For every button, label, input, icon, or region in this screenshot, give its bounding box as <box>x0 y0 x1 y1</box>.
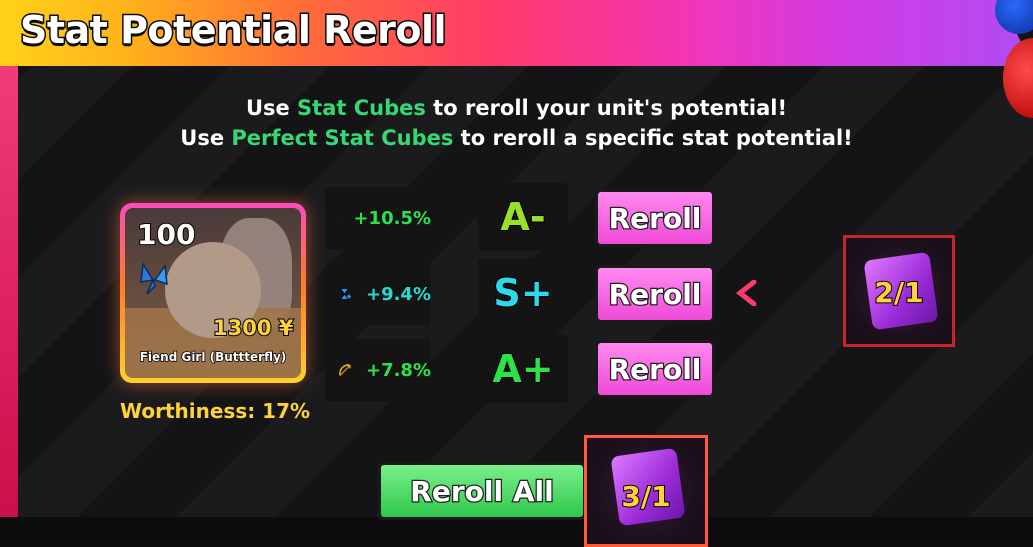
grade-cooldown: S+ <box>478 259 568 327</box>
reroll-range-button[interactable]: Reroll <box>595 340 715 398</box>
butterfly-element-icon <box>140 261 168 295</box>
cooldown-hourglass-icon <box>339 288 351 300</box>
perfect-stat-cube-count: 2/1 <box>873 275 924 310</box>
stat-cube-slot[interactable]: 3/1 <box>584 435 708 547</box>
instruction-line-2: Use Perfect Stat Cubes to reroll a speci… <box>180 126 853 150</box>
damage-sword-icon <box>337 217 340 220</box>
unit-name: Fiend Girl (Buttterfly) <box>139 349 287 365</box>
stat-cubes-highlight: Stat Cubes <box>297 96 426 120</box>
stat-row-damage: +10.5% <box>325 187 431 249</box>
left-arrow-icon <box>735 280 822 306</box>
perfect-stat-cube-slot[interactable]: 2/1 <box>843 235 955 347</box>
stat-value-range: +7.8% <box>365 359 431 381</box>
stat-row-range: +7.8% <box>325 339 431 401</box>
grade-range: A+ <box>478 335 568 403</box>
unit-card[interactable]: 100 1300 ¥ Fiend Girl (Buttterfly) <box>120 203 306 383</box>
instruction-line-1: Use Stat Cubes to reroll your unit's pot… <box>245 96 788 120</box>
reroll-cooldown-button[interactable]: Reroll <box>595 265 715 323</box>
perfect-stat-cubes-highlight: Perfect Stat Cubes <box>231 126 454 150</box>
stat-row-cooldown: +9.4% <box>325 263 431 325</box>
range-bow-icon <box>339 363 351 376</box>
worthiness-label: Worthiness: 17% <box>120 399 311 423</box>
title-bar: Stat Potential Reroll <box>0 0 1033 66</box>
stat-value-damage: +10.5% <box>353 207 431 229</box>
unit-portrait: 100 1300 ¥ Fiend Girl (Buttterfly) <box>125 208 301 378</box>
unit-level: 100 <box>136 217 196 252</box>
grade-damage: A- <box>478 183 568 251</box>
page-title: Stat Potential Reroll <box>18 7 448 54</box>
reroll-all-button[interactable]: Reroll All <box>378 462 586 520</box>
stat-value-cooldown: +9.4% <box>365 283 431 305</box>
reroll-damage-button[interactable]: Reroll <box>595 189 715 247</box>
stat-cube-count: 3/1 <box>620 479 671 514</box>
unit-cost: 1300 ¥ <box>212 315 294 341</box>
